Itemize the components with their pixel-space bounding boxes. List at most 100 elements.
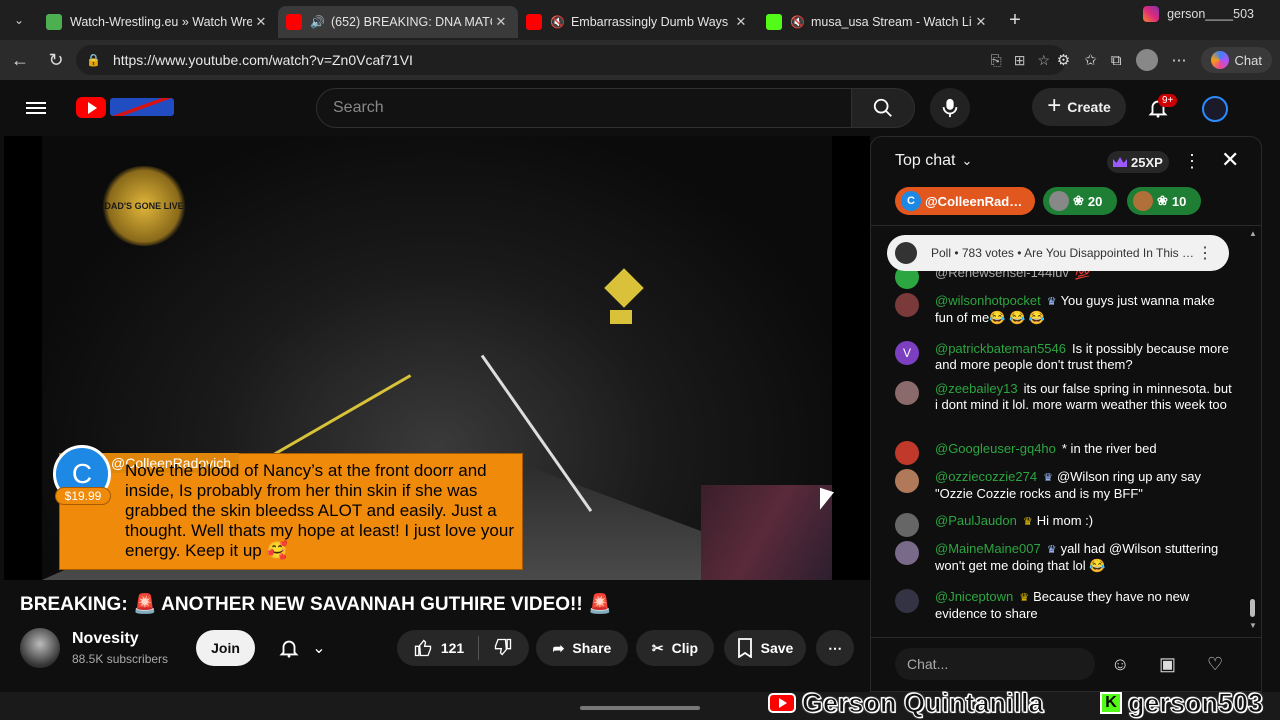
chat-author-avatar[interactable] [895,469,919,493]
tab-audio-icon[interactable]: 🔊 [310,15,325,29]
tab-close-icon[interactable]: ✕ [492,14,510,30]
chat-message[interactable]: @PaulJaudon ♛ Hi mom :) [895,513,1235,537]
chat-author-avatar[interactable] [895,381,919,405]
chat-author-name[interactable]: @Googleuser-gq4ho [935,441,1056,456]
tab-title: musa_usa Stream - Watch Live [810,15,972,29]
join-button[interactable]: Join [196,630,255,666]
share-button[interactable]: ➦ Share [536,630,628,666]
chat-message-text: @Jniceptown ♛ Because they have no new evi… [935,589,1235,622]
chat-author-name[interactable]: @ozziecozzie274 [935,469,1037,484]
translate-icon[interactable]: ⎘ [991,52,1002,69]
close-chat-icon[interactable]: ✕ [1221,147,1239,173]
create-label: Create [1067,99,1111,115]
account-avatar[interactable] [1202,96,1228,122]
chat-mode-label: Top chat [895,152,956,169]
like-button[interactable]: 121 [413,638,464,658]
scroll-up-arrow-icon[interactable]: ▲ [1249,229,1257,238]
chat-scrollbar[interactable] [1250,599,1255,617]
chat-message-text: @wilsonhotpocket ♛ You guys just wanna mak… [935,293,1235,326]
profile-avatar[interactable] [1135,49,1158,71]
ticker-label: 10 [1171,193,1187,209]
ticker-gift-1[interactable]: ❀ 20 [1043,187,1117,215]
xp-badge[interactable]: 25XP [1107,151,1169,173]
browser-tab[interactable]: 🔇 Embarrassingly Dumb Ways Pe ✕ [518,6,758,38]
browser-tab[interactable]: 🔊 (652) BREAKING: DNA MATCH ✕ [278,6,518,38]
apps-icon[interactable]: ⊞ [1014,52,1026,69]
chat-message[interactable]: @Jniceptown ♛ Because they have no new evi… [895,589,1235,622]
super-chat-icon[interactable]: ▣ [1159,654,1176,675]
back-icon[interactable]: ← [2,42,38,78]
bookmark-icon [737,638,752,658]
chat-message[interactable]: V @patrickbateman5546 Is it possibly becau… [895,341,1235,373]
youtube-logo[interactable] [76,97,106,118]
chat-mode-selector[interactable]: Top chat ⌄ [871,137,1261,185]
extensions-icon[interactable]: ⚙ [1057,51,1070,69]
tab-close-icon[interactable]: ✕ [972,14,990,30]
chat-author-avatar[interactable] [895,589,919,613]
emoji-icon[interactable]: ☺ [1111,654,1129,675]
moderator-crown-icon: ♛ [1022,516,1033,528]
copilot-chat-button[interactable]: Chat [1200,47,1272,73]
voice-search-button[interactable] [930,88,970,128]
chat-message[interactable]: @zeebailey13 its our false spring in minn… [895,381,1235,413]
url-field[interactable]: 🔒 https://www.youtube.com/watch?v=Zn0Vca… [76,45,1066,75]
profile-tab[interactable]: gerson____503 [1143,6,1254,22]
save-button[interactable]: Save [724,630,806,666]
chat-message[interactable]: @Googleuser-gq4ho * in the river bed [895,441,1235,465]
channel-name[interactable]: Novesity [72,630,139,648]
tab-audio-icon[interactable]: 🔇 [790,15,805,29]
mouse-cursor-icon [820,487,834,515]
chat-author-name[interactable]: @zeebailey13 [935,381,1018,396]
chat-author-avatar[interactable] [895,513,919,537]
chat-input-placeholder: Chat... [907,656,949,672]
browser-tab[interactable]: 🔇 musa_usa Stream - Watch Live ✕ [758,6,998,38]
scroll-down-arrow-icon[interactable]: ▼ [1249,621,1257,630]
chat-author-avatar[interactable] [895,293,919,317]
chat-author-name[interactable]: @patrickbateman5546 [935,341,1066,356]
tab-audio-icon[interactable]: 🔇 [550,15,565,29]
create-button[interactable]: + Create [1032,88,1126,126]
search-button[interactable] [851,88,915,128]
chat-author-avatar[interactable] [895,441,919,465]
clip-button[interactable]: ✂ Clip [636,630,714,666]
chat-message[interactable]: @MaineMaine007 ♛ yall had @Wilson stutteri… [895,541,1235,574]
search-icon [873,98,892,117]
dislike-button[interactable] [493,637,513,660]
site-info-icon[interactable]: 🔒 [86,53,101,67]
tab-actions-menu[interactable]: ⌄ [0,0,38,40]
chat-author-name[interactable]: @wilsonhotpocket [935,293,1041,308]
chat-input[interactable]: Chat... [895,648,1095,680]
more-actions-button[interactable]: ⋯ [816,630,854,666]
tab-strip: Watch-Wrestling.eu » Watch Wrestl ✕ 🔊 (652)… [38,2,998,38]
pinned-poll-banner[interactable]: Poll • 783 votes • Are You Disappointed … [887,235,1229,271]
browser-tab[interactable]: Watch-Wrestling.eu » Watch Wrestl ✕ [38,6,278,38]
tab-close-icon[interactable]: ✕ [732,14,750,30]
chat-options-icon[interactable]: ⋮ [1183,151,1201,172]
more-menu-icon[interactable]: ⋯ [1172,51,1187,69]
chat-author-name[interactable]: @MaineMaine007 [935,541,1041,556]
youtube-wordmark-doodle[interactable] [110,98,174,116]
guide-menu-icon[interactable] [24,96,48,120]
subscription-notify-button[interactable]: ⌄ [266,630,338,666]
member-badge-icon: ♛ [1043,472,1053,484]
heart-icon[interactable]: ♡ [1207,654,1223,675]
ticker-gift-2[interactable]: ❀ 10 [1127,187,1201,215]
poll-options-icon[interactable]: ⋮ [1197,243,1213,263]
chat-message[interactable]: @wilsonhotpocket ♛ You guys just wanna mak… [895,293,1235,326]
collections-icon[interactable]: ⧉ [1111,52,1122,69]
chat-author-avatar[interactable]: V [895,341,919,365]
channel-avatar[interactable] [20,628,60,668]
chat-author-avatar[interactable] [895,541,919,565]
favorite-star-icon[interactable]: ☆ [1037,52,1050,69]
favorites-icon[interactable]: ✩ [1084,51,1097,69]
search-input[interactable]: Search [316,88,852,128]
ticker-superchat[interactable]: C @ColleenRad… [895,187,1035,215]
reload-icon[interactable]: ↻ [38,42,74,78]
drag-handle[interactable] [580,706,700,710]
new-tab-button[interactable]: + [998,9,1032,32]
video-player[interactable]: DAD'S GONE LIVE @ColleenRadovich C $19.9… [4,136,870,580]
chat-message[interactable]: @ozziecozzie274 ♛ @Wilson ring up any say … [895,469,1235,502]
tab-close-icon[interactable]: ✕ [252,14,270,30]
chat-author-name[interactable]: @Jniceptown [935,589,1013,604]
chat-author-name[interactable]: @PaulJaudon [935,513,1017,528]
